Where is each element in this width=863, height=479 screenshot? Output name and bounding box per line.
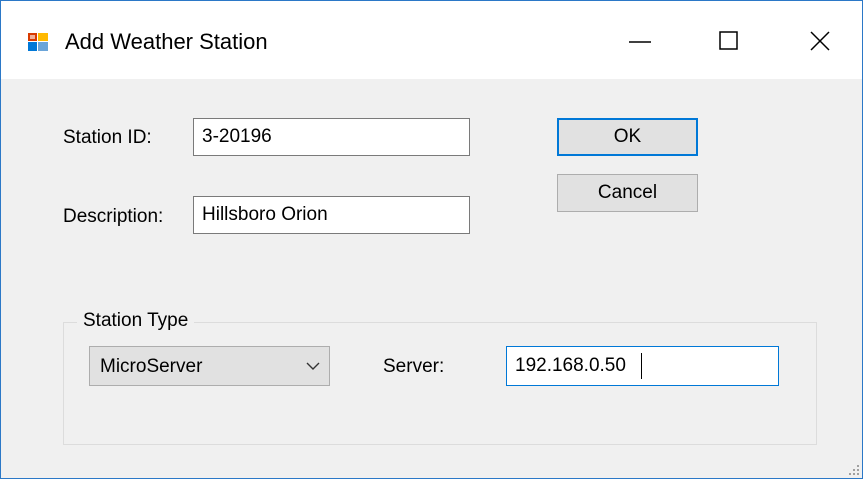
- minimize-icon: [629, 41, 651, 43]
- resize-grip-icon[interactable]: [846, 462, 860, 476]
- station-id-label: Station ID:: [63, 127, 152, 148]
- text-caret: [641, 353, 642, 379]
- description-input[interactable]: [193, 196, 470, 234]
- add-weather-station-dialog: Add Weather Station Station ID: Descript…: [0, 0, 863, 479]
- title-bar[interactable]: Add Weather Station: [1, 1, 862, 79]
- close-button[interactable]: [785, 15, 855, 67]
- station-type-select[interactable]: MicroServer: [89, 346, 330, 386]
- app-form-icon: [28, 33, 48, 51]
- window-title: Add Weather Station: [65, 29, 268, 54]
- maximize-button[interactable]: [694, 15, 764, 67]
- server-input[interactable]: [506, 346, 779, 386]
- maximize-icon: [719, 31, 738, 50]
- minimize-button[interactable]: [605, 15, 675, 67]
- server-label: Server:: [383, 356, 445, 377]
- station-id-input[interactable]: [193, 118, 470, 156]
- station-type-group-label: Station Type: [77, 310, 195, 332]
- ok-button[interactable]: OK: [557, 118, 698, 156]
- cancel-button[interactable]: Cancel: [557, 174, 698, 212]
- close-icon: [810, 31, 830, 51]
- description-label: Description:: [63, 206, 164, 227]
- chevron-down-icon: [306, 362, 320, 370]
- station-type-selected: MicroServer: [100, 356, 203, 377]
